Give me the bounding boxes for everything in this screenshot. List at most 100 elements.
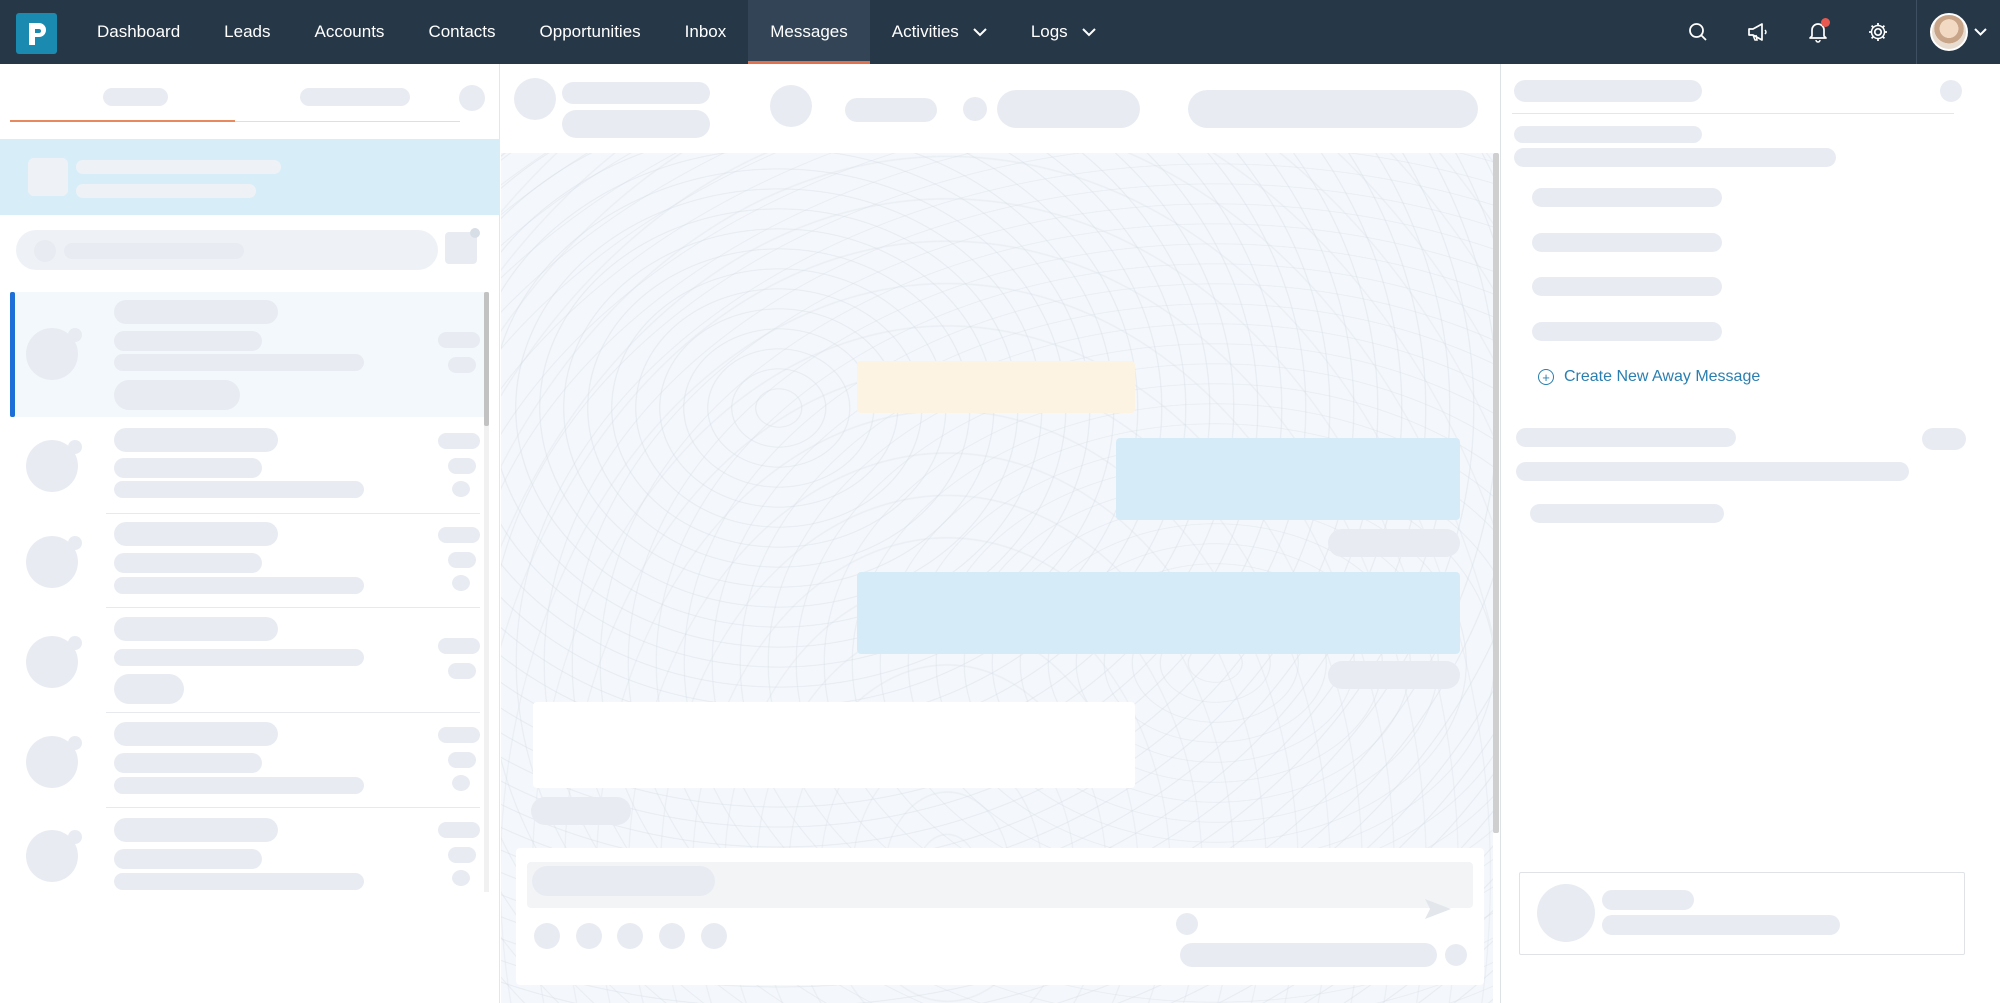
nav-logs[interactable]: Logs [1009, 0, 1118, 64]
nav-leads[interactable]: Leads [202, 0, 292, 64]
system-message-skeleton [857, 361, 1135, 413]
nav-activities[interactable]: Activities [870, 0, 1009, 64]
app-logo[interactable] [16, 13, 57, 54]
panel-action-skeleton[interactable] [459, 85, 485, 111]
text-skeleton [1516, 428, 1736, 447]
time-skeleton [438, 822, 480, 838]
text-skeleton [114, 849, 262, 869]
chevron-down-icon [1081, 27, 1096, 37]
badge-skeleton [448, 552, 476, 568]
nav-leads-label: Leads [224, 22, 271, 41]
badge-skeleton [448, 663, 476, 679]
plus-circle-icon: + [1538, 369, 1554, 385]
chevron-down-icon [973, 27, 987, 37]
contact-name-skeleton [562, 82, 710, 104]
time-skeleton [438, 527, 480, 543]
badge-skeleton [452, 575, 470, 591]
outgoing-message-skeleton [857, 572, 1460, 654]
create-away-message-label: Create New Away Message [1564, 368, 1761, 385]
text-skeleton [114, 649, 364, 666]
thread-scrollbar[interactable] [1493, 153, 1499, 833]
search-icon-skeleton [34, 240, 56, 262]
search-icon[interactable] [1668, 0, 1728, 64]
text-skeleton [114, 577, 364, 594]
toggle-skeleton[interactable] [1922, 428, 1966, 450]
send-icon[interactable] [1424, 898, 1452, 925]
incoming-message-skeleton [533, 702, 1135, 788]
option-skeleton[interactable] [1532, 322, 1722, 341]
status-dot-skeleton [68, 636, 82, 650]
close-icon-skeleton[interactable] [1940, 80, 1962, 102]
composer-tool-skeleton[interactable] [659, 923, 685, 949]
badge-skeleton [448, 752, 476, 768]
composer-channel-skeleton[interactable] [1180, 943, 1437, 967]
composer-option-skeleton[interactable] [1176, 913, 1198, 935]
message-meta-skeleton [1328, 529, 1460, 557]
text-skeleton [1602, 915, 1840, 935]
text-skeleton [64, 243, 244, 259]
nav-contacts[interactable]: Contacts [406, 0, 517, 64]
assignee-avatar-skeleton[interactable] [770, 85, 812, 127]
row-divider [106, 513, 480, 514]
nav-messages-label: Messages [770, 22, 848, 41]
gear-icon[interactable] [1848, 0, 1908, 64]
header-text-skeleton [845, 98, 937, 122]
text-skeleton [1514, 148, 1836, 167]
composer-tool-skeleton[interactable] [534, 923, 560, 949]
section-divider [1512, 113, 1954, 114]
pinned-item[interactable] [0, 139, 500, 215]
tag-skeleton [114, 380, 240, 410]
nav-activities-label: Activities [891, 22, 959, 41]
nav-dashboard[interactable]: Dashboard [75, 0, 202, 64]
badge-skeleton [452, 870, 470, 886]
tab-skeleton[interactable] [103, 88, 168, 106]
option-skeleton[interactable] [1532, 188, 1722, 207]
nav-accounts-label: Accounts [314, 22, 385, 41]
text-skeleton [114, 818, 278, 842]
text-skeleton [114, 553, 262, 573]
notification-badge [1821, 18, 1830, 27]
composer-tool-skeleton[interactable] [701, 923, 727, 949]
text-skeleton [114, 777, 364, 794]
option-skeleton[interactable] [1532, 277, 1722, 296]
nav-opportunities[interactable]: Opportunities [518, 0, 663, 64]
user-profile-menu[interactable] [1916, 0, 2000, 64]
composer-option-skeleton[interactable] [1445, 944, 1467, 966]
status-dot-skeleton [68, 328, 82, 342]
text-skeleton [1602, 890, 1694, 910]
text-skeleton [114, 300, 278, 324]
time-skeleton [438, 433, 480, 449]
composer-tool-skeleton[interactable] [576, 923, 602, 949]
option-skeleton[interactable] [1532, 233, 1722, 252]
selected-indicator [10, 292, 15, 417]
nav-accounts[interactable]: Accounts [293, 0, 407, 64]
time-skeleton [438, 727, 480, 743]
message-meta-skeleton [531, 797, 631, 825]
text-skeleton [1530, 504, 1724, 523]
text-skeleton [114, 522, 278, 546]
megaphone-icon[interactable] [1728, 0, 1788, 64]
list-scrollbar-thumb[interactable] [484, 292, 489, 426]
active-tab-indicator [10, 120, 235, 122]
status-dot-skeleton [68, 440, 82, 454]
time-skeleton [438, 332, 480, 348]
composer-tool-skeleton[interactable] [617, 923, 643, 949]
row-divider [106, 712, 480, 713]
header-dropdown-skeleton[interactable] [997, 90, 1140, 128]
header-action-skeleton[interactable] [1188, 90, 1478, 128]
row-divider [106, 607, 480, 608]
bell-icon[interactable] [1788, 0, 1848, 64]
nav-messages[interactable]: Messages [748, 0, 871, 64]
header-icon-skeleton[interactable] [963, 97, 987, 121]
chevron-down-icon [1974, 23, 1987, 41]
input-placeholder-skeleton [532, 866, 715, 896]
nav-opportunities-label: Opportunities [539, 22, 641, 41]
nav-inbox[interactable]: Inbox [663, 0, 749, 64]
tag-skeleton [114, 674, 184, 704]
tab-skeleton[interactable] [300, 88, 410, 106]
text-skeleton [114, 617, 278, 641]
outgoing-message-skeleton [1116, 438, 1460, 520]
badge-skeleton [452, 775, 470, 791]
status-dot-skeleton [68, 830, 82, 844]
create-away-message-link[interactable]: + Create New Away Message [1538, 368, 1760, 386]
